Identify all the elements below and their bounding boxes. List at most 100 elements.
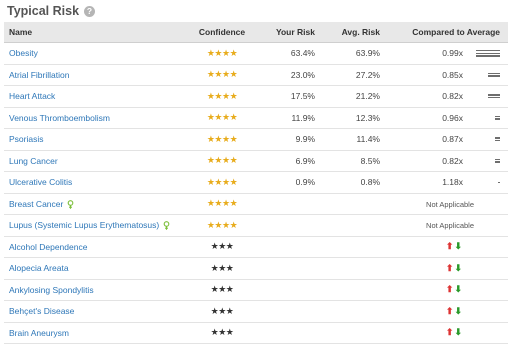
condition-link[interactable]: Lung Cancer bbox=[9, 156, 58, 166]
compared-cell: 0.96x bbox=[385, 107, 508, 129]
table-row[interactable]: Behçet's Disease ★★★ ⬆ ⬇ bbox=[4, 300, 508, 323]
your-risk-value: 11.9% bbox=[266, 107, 320, 129]
confidence-cell: ★★★★ bbox=[178, 85, 266, 108]
table-row[interactable]: Atrial Fibrillation ★★★★ 23.0% 27.2% 0.85x bbox=[4, 64, 508, 86]
ratio-value: 0.99x bbox=[442, 48, 463, 59]
arrow-down-icon: ⬇ bbox=[454, 241, 462, 252]
compared-cell: ⬆ ⬇ bbox=[385, 236, 508, 258]
comparison-bar-icon bbox=[474, 49, 500, 57]
confidence-stars: ★★★★ bbox=[206, 155, 238, 166]
compared-cell: Not Applicable bbox=[385, 214, 508, 237]
table-row[interactable]: Ulcerative Colitis ★★★★ 0.9% 0.8% 1.18x bbox=[4, 171, 508, 194]
column-header-your-risk[interactable]: Your Risk bbox=[266, 22, 320, 43]
comparison-bar-icon bbox=[474, 137, 500, 142]
condition-name-cell: Ulcerative Colitis bbox=[4, 171, 178, 194]
confidence-stars: ★★★ bbox=[210, 305, 234, 316]
avg-risk-value: 11.4% bbox=[320, 128, 385, 151]
confidence-cell: ★★★★ bbox=[178, 64, 266, 86]
confidence-stars: ★★★★ bbox=[206, 219, 238, 230]
confidence-cell: ★★★★ bbox=[178, 193, 266, 215]
ratio-value: 0.85x bbox=[442, 69, 463, 80]
ratio-value: 0.96x bbox=[442, 112, 463, 123]
table-row[interactable]: Breast Cancer ★★★★ Not Applicable bbox=[4, 193, 508, 215]
risk-table: Name Confidence Your Risk Avg. Risk Comp… bbox=[4, 22, 508, 344]
risk-arrows: ⬆ ⬇ bbox=[446, 263, 462, 274]
table-row[interactable]: Alcohol Dependence ★★★ ⬆ ⬇ bbox=[4, 236, 508, 258]
condition-link[interactable]: Alcohol Dependence bbox=[9, 242, 87, 252]
confidence-cell: ★★★★ bbox=[178, 42, 266, 65]
ratio-value: 0.87x bbox=[442, 134, 463, 145]
column-header-avg-risk[interactable]: Avg. Risk bbox=[320, 22, 385, 43]
table-row[interactable]: Obesity ★★★★ 63.4% 63.9% 0.99x bbox=[4, 42, 508, 65]
compared-cell: 0.82x bbox=[385, 150, 508, 172]
condition-link[interactable]: Lupus (Systemic Lupus Erythematosus) bbox=[9, 220, 159, 230]
avg-risk-value: 21.2% bbox=[320, 85, 385, 108]
risk-arrows: ⬆ ⬇ bbox=[446, 284, 462, 295]
your-risk-value: 0.9% bbox=[266, 171, 320, 194]
table-row[interactable]: Heart Attack ★★★★ 17.5% 21.2% 0.82x bbox=[4, 85, 508, 108]
confidence-cell: ★★★★ bbox=[178, 128, 266, 151]
avg-risk-value: 27.2% bbox=[320, 64, 385, 86]
table-row[interactable]: Brain Aneurysm ★★★ ⬆ ⬇ bbox=[4, 322, 508, 344]
confidence-cell: ★★★ bbox=[178, 279, 266, 301]
condition-link[interactable]: Psoriasis bbox=[9, 134, 43, 144]
table-row[interactable]: Venous Thromboembolism ★★★★ 11.9% 12.3% 0.96… bbox=[4, 107, 508, 129]
compared-cell: ⬆ ⬇ bbox=[385, 300, 508, 323]
condition-link[interactable]: Brain Aneurysm bbox=[9, 328, 69, 338]
condition-link[interactable]: Atrial Fibrillation bbox=[9, 70, 69, 80]
comparison-bar-icon bbox=[474, 158, 500, 163]
confidence-cell: ★★★ bbox=[178, 236, 266, 258]
compared-cell: Not Applicable bbox=[385, 193, 508, 215]
arrow-up-icon: ⬆ bbox=[445, 284, 454, 295]
column-header-confidence[interactable]: Confidence bbox=[178, 22, 266, 43]
condition-link[interactable]: Ulcerative Colitis bbox=[9, 177, 72, 187]
your-risk-value: 6.9% bbox=[266, 150, 320, 172]
compared-cell: 0.85x bbox=[385, 64, 508, 86]
not-applicable-label: Not Applicable bbox=[426, 221, 474, 231]
condition-name-cell: Breast Cancer bbox=[4, 193, 178, 215]
condition-link[interactable]: Venous Thromboembolism bbox=[9, 113, 110, 123]
table-row[interactable]: Ankylosing Spondylitis ★★★ ⬆ ⬇ bbox=[4, 279, 508, 301]
condition-link[interactable]: Heart Attack bbox=[9, 91, 55, 101]
arrow-up-icon: ⬆ bbox=[445, 305, 454, 316]
avg-risk-value: 63.9% bbox=[320, 42, 385, 65]
confidence-stars: ★★★★ bbox=[206, 112, 238, 123]
condition-link[interactable]: Behçet's Disease bbox=[9, 306, 74, 316]
table-row[interactable]: Lupus (Systemic Lupus Erythematosus) ★★★★… bbox=[4, 214, 508, 237]
condition-link[interactable]: Ankylosing Spondylitis bbox=[9, 285, 94, 295]
avg-risk-value: 8.5% bbox=[320, 150, 385, 172]
ratio-value: 0.82x bbox=[442, 155, 463, 166]
comparison-bar-icon bbox=[474, 181, 500, 184]
confidence-stars: ★★★ bbox=[210, 327, 234, 338]
table-row[interactable]: Psoriasis ★★★★ 9.9% 11.4% 0.87x bbox=[4, 128, 508, 151]
confidence-stars: ★★★ bbox=[210, 262, 234, 273]
compared-cell: 1.18x bbox=[385, 171, 508, 194]
compared-cell: 0.87x bbox=[385, 128, 508, 151]
table-row[interactable]: Lung Cancer ★★★★ 6.9% 8.5% 0.82x bbox=[4, 150, 508, 172]
column-header-name[interactable]: Name bbox=[4, 22, 178, 43]
ratio-value: 1.18x bbox=[442, 177, 463, 188]
female-symbol-icon bbox=[163, 221, 170, 231]
condition-name-cell: Obesity bbox=[4, 42, 178, 65]
table-row[interactable]: Alopecia Areata ★★★ ⬆ ⬇ bbox=[4, 257, 508, 280]
comparison-bar-icon bbox=[474, 94, 500, 99]
page-title: Typical Risk bbox=[7, 4, 80, 18]
table-body: Obesity ★★★★ 63.4% 63.9% 0.99x Atrial Fibrill… bbox=[4, 42, 508, 344]
condition-link[interactable]: Alopecia Areata bbox=[9, 263, 69, 273]
help-icon[interactable]: ? bbox=[84, 5, 96, 17]
confidence-stars: ★★★★ bbox=[206, 47, 238, 58]
condition-name-cell: Atrial Fibrillation bbox=[4, 64, 178, 86]
confidence-stars: ★★★★ bbox=[206, 90, 238, 101]
condition-name-cell: Psoriasis bbox=[4, 128, 178, 151]
confidence-cell: ★★★ bbox=[178, 257, 266, 280]
condition-name-cell: Lung Cancer bbox=[4, 150, 178, 172]
confidence-cell: ★★★★ bbox=[178, 150, 266, 172]
condition-link[interactable]: Breast Cancer bbox=[9, 199, 63, 209]
confidence-stars: ★★★ bbox=[210, 284, 234, 295]
your-risk-value: 17.5% bbox=[266, 85, 320, 108]
arrow-down-icon: ⬇ bbox=[454, 305, 462, 316]
condition-link[interactable]: Obesity bbox=[9, 48, 38, 58]
condition-name-cell: Brain Aneurysm bbox=[4, 322, 178, 344]
condition-name-cell: Alcohol Dependence bbox=[4, 236, 178, 258]
column-header-compared[interactable]: Compared to Average bbox=[385, 22, 508, 43]
